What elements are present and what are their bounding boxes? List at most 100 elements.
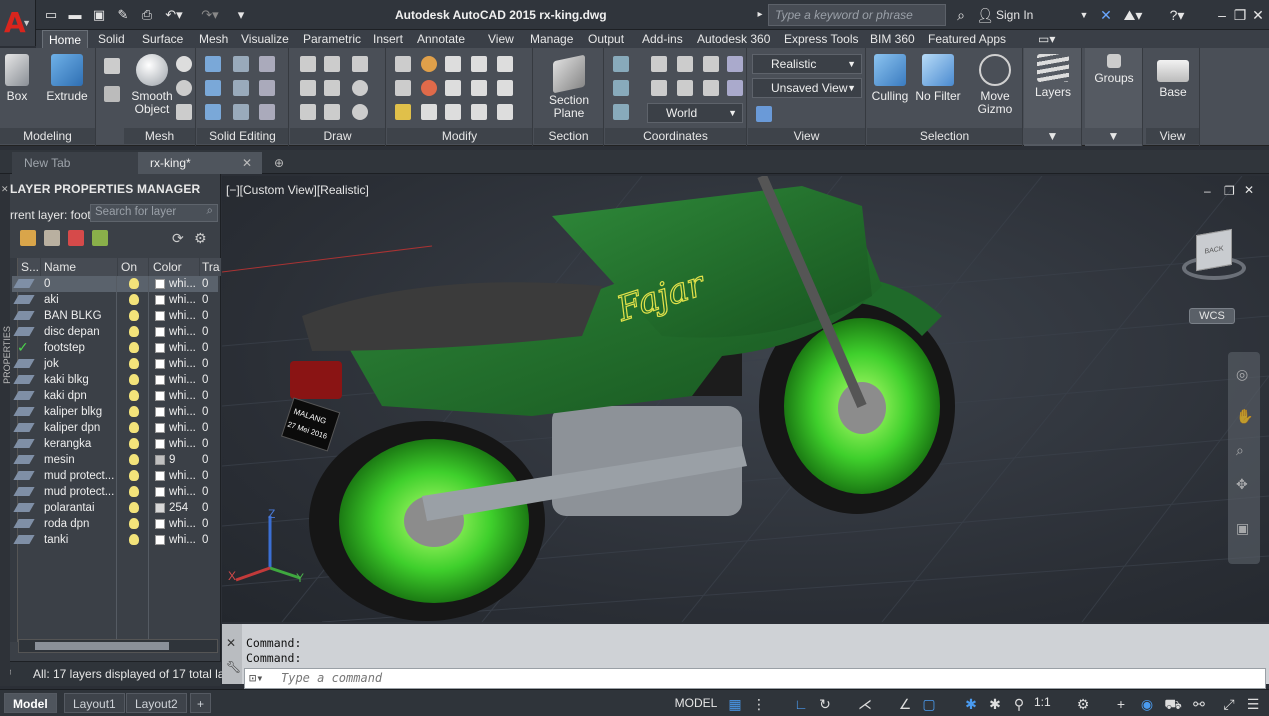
auto-scale-icon[interactable]: ✱ — [986, 695, 1004, 713]
layer-transparency[interactable]: 0 — [202, 404, 208, 420]
viewport-close-icon[interactable]: ✕ — [1244, 183, 1254, 197]
delete-layer-icon[interactable] — [68, 230, 84, 246]
add-layout-icon[interactable]: + — [190, 693, 212, 713]
color-swatch[interactable] — [155, 423, 165, 433]
layer-transparency[interactable]: 0 — [202, 324, 208, 340]
visual-style-dropdown[interactable]: Realistic ▼ — [752, 54, 862, 74]
orbit-icon[interactable]: ✥ — [1236, 476, 1248, 493]
chamfer-icon[interactable] — [497, 80, 513, 96]
annotation-scale-value[interactable]: 1:1 — [1034, 695, 1051, 709]
lightbulb-icon[interactable] — [129, 326, 139, 337]
layer-name[interactable]: mud protect... — [44, 484, 120, 500]
circle-icon[interactable] — [352, 80, 368, 96]
lightbulb-icon[interactable] — [129, 310, 139, 321]
grid-icon[interactable]: ▦ — [726, 695, 744, 713]
ucs-view-icon[interactable] — [727, 56, 743, 72]
lightbulb-icon[interactable] — [129, 358, 139, 369]
layer-name[interactable]: jok — [44, 356, 120, 372]
ribbon-tab-parametric[interactable]: Parametric — [297, 30, 367, 48]
ucs-x-icon[interactable] — [703, 56, 719, 72]
align-icon[interactable] — [471, 56, 487, 72]
hardware-acceleration-icon[interactable]: ⛟ — [1164, 695, 1182, 713]
navigation-bar[interactable]: ◎ ✋ ⌕ ✥ ▣ — [1228, 352, 1260, 564]
clean-screen-icon[interactable]: ⚯ — [1190, 695, 1208, 713]
new-layer-vp-frozen-icon[interactable] — [44, 230, 60, 246]
color-swatch[interactable] — [155, 311, 165, 321]
layer-color-name[interactable]: whi... — [169, 532, 203, 548]
panel-label-mesh[interactable]: Mesh — [124, 128, 195, 144]
separate-icon[interactable] — [259, 104, 275, 120]
layer-row[interactable]: jok whi... 0 — [12, 356, 218, 372]
layer-transparency[interactable]: 0 — [202, 372, 208, 388]
lightbulb-icon[interactable] — [129, 518, 139, 529]
osnap-tracking-icon[interactable]: ⋌ — [856, 695, 874, 713]
ucs-z-icon[interactable] — [703, 80, 719, 96]
base-button[interactable]: Base — [1152, 60, 1194, 99]
exchange-apps-icon[interactable]: ✕ — [1096, 6, 1116, 24]
lightbulb-icon[interactable] — [129, 438, 139, 449]
color-swatch[interactable] — [155, 391, 165, 401]
ribbon-tab-output[interactable]: Output — [582, 30, 630, 48]
layer-transparency[interactable]: 0 — [202, 340, 208, 356]
drawing-viewport[interactable]: MALANG 27 Mei 2016 Fajar Z Y X BACK WCS … — [222, 176, 1269, 622]
command-input[interactable]: ⊡▾ Type a command — [244, 668, 1266, 689]
mesh-tools-icon[interactable] — [104, 86, 120, 102]
lightbulb-icon[interactable] — [129, 406, 139, 417]
polygon-icon[interactable] — [300, 104, 316, 120]
layer-color-name[interactable]: whi... — [169, 292, 203, 308]
array-icon[interactable] — [497, 56, 513, 72]
panel-label-section[interactable]: Section — [534, 128, 603, 144]
tab-layout2[interactable]: Layout2 — [126, 693, 187, 713]
layer-color-name[interactable]: whi... — [169, 372, 203, 388]
layer-name[interactable]: kaliper dpn — [44, 420, 120, 436]
copy-icon[interactable] — [445, 80, 461, 96]
move-icon[interactable] — [445, 56, 461, 72]
named-view-dropdown[interactable]: Unsaved View ▼ — [752, 78, 862, 98]
layer-row[interactable]: BAN BLKG whi... 0 — [12, 308, 218, 324]
model-canvas[interactable]: MALANG 27 Mei 2016 Fajar Z Y X — [222, 176, 1269, 622]
ribbon-tab-manage[interactable]: Manage — [524, 30, 579, 48]
doc-tab-rx-king[interactable]: rx-king* ✕ — [138, 152, 262, 174]
layer-row[interactable]: aki whi... 0 — [12, 292, 218, 308]
layer-transparency[interactable]: 0 — [202, 436, 208, 452]
ribbon-tab-visualize[interactable]: Visualize — [235, 30, 295, 48]
slice-icon[interactable] — [233, 56, 249, 72]
color-swatch[interactable] — [155, 455, 165, 465]
undo-icon[interactable]: ↶▾ — [162, 6, 186, 24]
trim-icon[interactable] — [497, 104, 513, 120]
ucs-3point-icon[interactable] — [677, 56, 693, 72]
layer-row[interactable]: polarantai 254 0 — [12, 500, 218, 516]
ribbon-minimize-icon[interactable]: ▭▾ — [1032, 30, 1061, 48]
workspace-gear-icon[interactable]: ⚙ — [1074, 695, 1092, 713]
layer-transparency[interactable]: 0 — [202, 468, 208, 484]
lightbulb-icon[interactable] — [129, 534, 139, 545]
redo-icon[interactable]: ↷▾ — [198, 6, 222, 24]
layer-name[interactable]: kaki blkg — [44, 372, 120, 388]
add-icon[interactable]: + — [1112, 695, 1130, 713]
ucs-zaxis-icon[interactable] — [727, 80, 743, 96]
extrude-faces-icon[interactable] — [259, 80, 275, 96]
culling-button[interactable]: Culling — [869, 54, 911, 103]
color-swatch[interactable] — [155, 503, 165, 513]
layer-name[interactable]: BAN BLKG — [44, 308, 120, 324]
layer-row[interactable]: kaliper dpn whi... 0 — [12, 420, 218, 436]
col-on[interactable]: On — [118, 258, 148, 276]
open-file-icon[interactable]: ▬ — [66, 6, 84, 24]
wcs-menu-button[interactable]: WCS — [1189, 308, 1235, 324]
rotate-icon[interactable] — [421, 80, 437, 96]
layer-name[interactable]: mesin — [44, 452, 120, 468]
ucs-y-icon[interactable] — [677, 80, 693, 96]
layer-transparency[interactable]: 0 — [202, 452, 208, 468]
close-icon[interactable]: ✕ — [1250, 6, 1266, 24]
ribbon-tab-mesh[interactable]: Mesh — [193, 30, 234, 48]
lightbulb-icon[interactable] — [129, 374, 139, 385]
customization-menu-icon[interactable]: ☰ — [1244, 695, 1262, 713]
panel-label-modify[interactable]: Modify — [387, 128, 532, 144]
scale-icon[interactable] — [445, 104, 461, 120]
save-icon[interactable]: ▣ — [90, 6, 108, 24]
layer-transparency[interactable]: 0 — [202, 484, 208, 500]
layer-color-name[interactable]: whi... — [169, 484, 203, 500]
ribbon-tab-home[interactable]: Home — [42, 30, 89, 48]
layer-color-name[interactable]: whi... — [169, 468, 203, 484]
fillet-icon[interactable] — [471, 80, 487, 96]
